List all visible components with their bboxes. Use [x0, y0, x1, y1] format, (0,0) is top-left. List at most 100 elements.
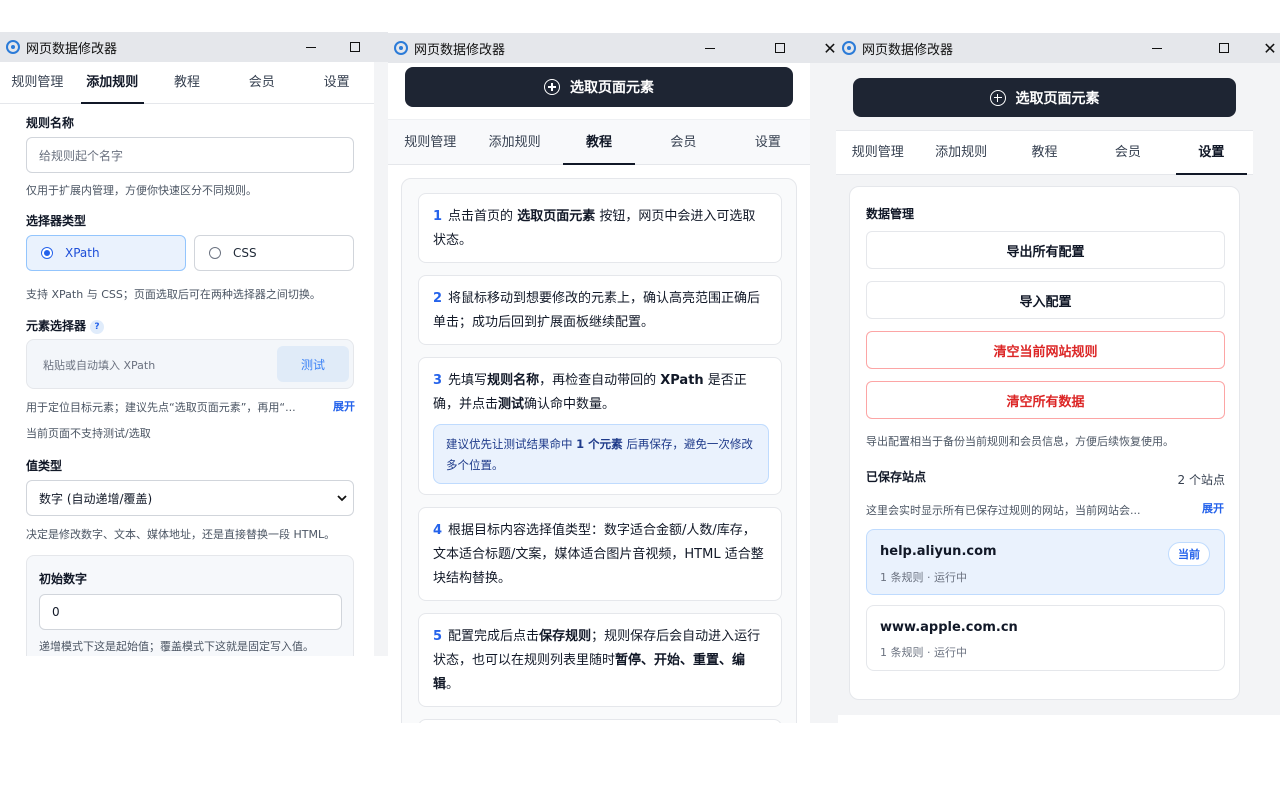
scrollbar[interactable]: [374, 104, 388, 656]
tutorial-panel: 1 点击首页的 选取页面元素 按钮，网页中会进入可选取状态。 2 将鼠标移动到想要修…: [401, 178, 797, 723]
xpath-label: XPath: [65, 246, 100, 260]
tab-add-rule[interactable]: 添加规则: [919, 131, 1002, 174]
clear-all-data-button[interactable]: 清空所有数据: [866, 381, 1225, 419]
step-text: 确认命中数量。: [524, 397, 616, 412]
step-emphasis: XPath: [660, 373, 704, 388]
import-config-button[interactable]: 导入配置: [866, 281, 1225, 319]
tab-settings[interactable]: 设置: [726, 120, 810, 164]
rule-name-hint: 仅用于扩展内管理，方便你快速区分不同规则。: [26, 184, 257, 197]
tutorial-step-5: 5 配置完成后点击保存规则；规则保存后会自动进入运行状态，也可以在规则列表里随时暂…: [418, 613, 782, 707]
selector-css-option[interactable]: CSS: [194, 235, 354, 271]
minimize-icon: [306, 46, 316, 48]
window-add-rule: 网页数据修改器 规则管理 添加规则 教程 会员 设置 规则名称 给规则起个名字 …: [0, 32, 388, 656]
export-hint: 导出配置相当于备份当前规则和会员信息，方便后续恢复使用。: [866, 435, 1174, 448]
app-icon: [6, 40, 20, 54]
close-icon: ✕: [823, 38, 837, 58]
tab-bar: 规则管理 添加规则 教程 会员 设置: [0, 62, 374, 104]
step-emphasis: 测试: [498, 397, 525, 412]
tutorial-step-3: 3 先填写规则名称，再检查自动带回的 XPath 是否正确，并点击测试确认命中数量…: [418, 357, 782, 495]
tip-emphasis: 1 个元素: [576, 437, 623, 451]
site-meta: 1 条规则 · 运行中: [880, 646, 967, 659]
rule-name-input[interactable]: 给规则起个名字: [26, 137, 354, 173]
title-bar[interactable]: 网页数据修改器: [0, 32, 388, 62]
step-text: ，再检查自动带回的: [539, 373, 661, 388]
radio-unchecked-icon: [209, 247, 221, 259]
tip-text: 建议优先让测试结果命中: [446, 437, 577, 451]
maximize-button[interactable]: [340, 32, 370, 62]
css-label: CSS: [233, 246, 257, 260]
rule-name-label: 规则名称: [26, 116, 75, 130]
saved-sites-hint: 这里会实时显示所有已保存过规则的网站，当前网站会...: [866, 504, 1141, 517]
expand-link[interactable]: 展开: [1202, 500, 1224, 516]
value-type-select[interactable]: 数字 (自动递增/覆盖): [26, 480, 354, 516]
maximize-icon: [775, 43, 785, 53]
step-4-text: 4 根据目标内容选择值类型：数字适合金额/人数/库存，文本适合标题/文案，媒体适合…: [433, 519, 767, 591]
initial-number-input[interactable]: 0: [39, 594, 342, 630]
tutorial-step-2: 2 将鼠标移动到想要修改的元素上，确认高亮范围正确后单击；成功后回到扩展面板继续配…: [418, 275, 782, 345]
value-type-selected: 数字 (自动递增/覆盖): [39, 491, 153, 506]
tab-membership[interactable]: 会员: [224, 62, 299, 103]
close-icon: ✕: [1263, 38, 1277, 58]
tab-tutorial[interactable]: 教程: [557, 120, 641, 165]
settings-panel: 数据管理 导出所有配置 导入配置 清空当前网站规则 清空所有数据 导出配置相当于…: [849, 186, 1240, 700]
step-number: 1: [433, 209, 443, 224]
tab-add-rule[interactable]: 添加规则: [472, 120, 556, 164]
help-icon[interactable]: ?: [90, 319, 105, 334]
test-button[interactable]: 测试: [277, 346, 349, 382]
saved-sites-count: 2 个站点: [1177, 473, 1225, 487]
tab-membership[interactable]: 会员: [1086, 131, 1169, 174]
site-domain: help.aliyun.com: [880, 544, 997, 559]
scrollbar[interactable]: [810, 63, 838, 723]
tab-tutorial[interactable]: 教程: [150, 62, 225, 103]
initial-number-hint: 递增模式下这是起始值；覆盖模式下这就是固定写入值。: [39, 640, 314, 653]
select-element-label: 选取页面元素: [1015, 90, 1100, 107]
selector-xpath-option[interactable]: XPath: [26, 235, 186, 271]
step-3-text: 3 先填写规则名称，再检查自动带回的 XPath 是否正确，并点击测试确认命中数量…: [433, 369, 767, 417]
data-management-label: 数据管理: [866, 207, 915, 221]
export-all-button[interactable]: 导出所有配置: [866, 231, 1225, 269]
minimize-button[interactable]: [695, 33, 725, 63]
select-element-button[interactable]: 选取页面元素: [853, 78, 1236, 117]
tab-settings[interactable]: 设置: [1170, 131, 1253, 175]
window-tutorial: 网页数据修改器 ✕ 选取页面元素 规则管理 添加规则 教程 会员 设置 1 点击首…: [388, 33, 838, 723]
site-card[interactable]: www.apple.com.cn 1 条规则 · 运行中: [866, 605, 1225, 671]
select-element-button[interactable]: 选取页面元素: [405, 67, 793, 107]
radio-checked-icon: [41, 247, 53, 259]
tab-rule-management[interactable]: 规则管理: [836, 131, 919, 174]
maximize-button[interactable]: [765, 33, 795, 63]
expand-link[interactable]: 展开: [333, 398, 355, 414]
tab-membership[interactable]: 会员: [641, 120, 725, 164]
tab-rule-management[interactable]: 规则管理: [388, 120, 472, 164]
step-emphasis: 保存规则: [539, 629, 592, 644]
maximize-icon: [1219, 43, 1229, 53]
clear-site-rules-button[interactable]: 清空当前网站规则: [866, 331, 1225, 369]
tutorial-step-6-partial: [418, 719, 782, 723]
site-card-current[interactable]: help.aliyun.com 1 条规则 · 运行中 当前: [866, 529, 1225, 595]
element-selector-label: 元素选择器?: [26, 317, 105, 334]
step-text: 。: [446, 677, 460, 692]
step-number: 2: [433, 291, 443, 306]
close-button[interactable]: ✕: [1260, 33, 1280, 63]
tab-rule-management[interactable]: 规则管理: [0, 62, 75, 103]
plus-circle-icon: [989, 89, 1006, 106]
step-text: 先填写: [448, 373, 488, 388]
element-selector-input[interactable]: 粘贴或自动填入 XPath: [43, 357, 155, 373]
tab-tutorial[interactable]: 教程: [1003, 131, 1086, 174]
app-icon: [842, 41, 856, 55]
tab-settings[interactable]: 设置: [299, 62, 374, 103]
minimize-button[interactable]: [1142, 33, 1172, 63]
minimize-button[interactable]: [296, 32, 326, 62]
step-emphasis: 选取页面元素: [517, 209, 596, 224]
chevron-down-icon: [337, 495, 347, 502]
tab-add-rule[interactable]: 添加规则: [75, 62, 150, 104]
maximize-button[interactable]: [1209, 33, 1239, 63]
app-icon: [394, 41, 408, 55]
scrollbar[interactable]: [1253, 63, 1280, 715]
initial-number-panel: 初始数字 0 递增模式下这是起始值；覆盖模式下这就是固定写入值。: [26, 555, 354, 656]
close-button[interactable]: ✕: [815, 33, 838, 63]
add-rule-form: 规则名称 给规则起个名字 仅用于扩展内管理，方便你快速区分不同规则。 选择器类型…: [0, 104, 374, 656]
step-number: 5: [433, 629, 443, 644]
value-type-label: 值类型: [26, 459, 63, 473]
select-element-label: 选取页面元素: [570, 80, 654, 96]
element-selector-label-text: 元素选择器: [26, 319, 87, 333]
